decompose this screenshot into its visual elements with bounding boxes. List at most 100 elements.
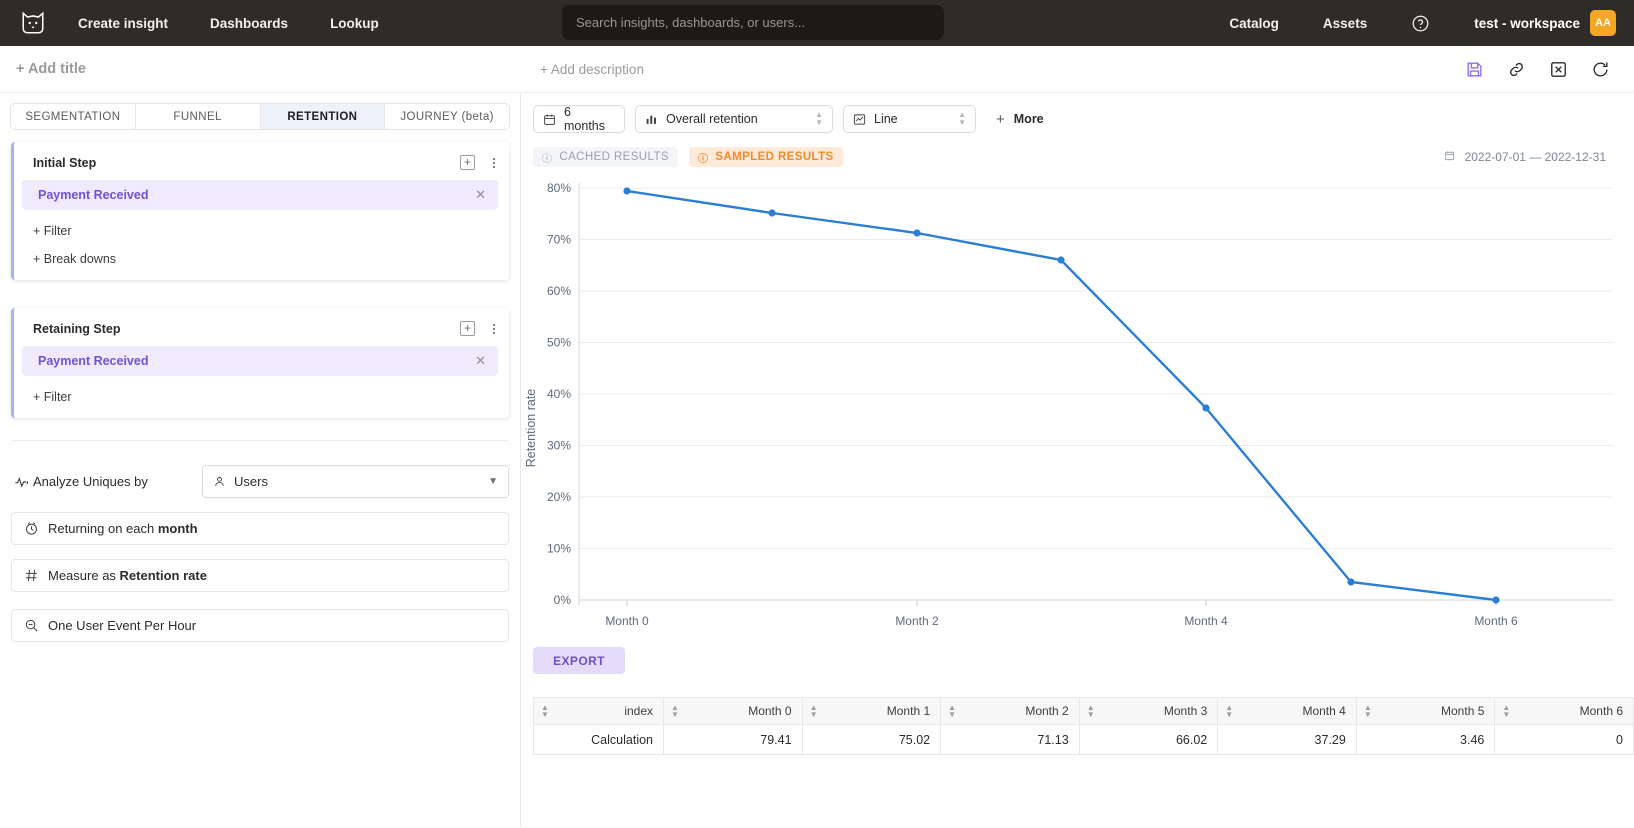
- more-options-icon[interactable]: [493, 322, 495, 336]
- returning-interval-text: Returning on each month: [48, 521, 198, 536]
- analyze-uniques-row: Analyze Uniques by Users ▼: [0, 465, 520, 498]
- chart-type-select[interactable]: Line ▲▼: [843, 105, 976, 133]
- bar-chart-icon: [645, 113, 658, 126]
- remove-event-icon[interactable]: ✕: [475, 353, 486, 369]
- svg-text:10%: 10%: [547, 542, 571, 556]
- calendar-icon: [1444, 150, 1455, 164]
- results-panel: 6 months Overall retention ▲▼ Line: [521, 93, 1634, 827]
- measure-as-row[interactable]: Measure as Retention rate: [11, 559, 509, 592]
- cell-index: Calculation: [534, 725, 664, 755]
- add-event-icon[interactable]: +: [460, 321, 475, 336]
- remove-event-icon[interactable]: ✕: [475, 187, 486, 203]
- retention-series-line: [627, 191, 1496, 600]
- retention-results-table: ▲▼index ▲▼Month 0 ▲▼Month 1 ▲▼Month 2 ▲▼…: [533, 697, 1634, 755]
- cell-month-3: 66.02: [1079, 725, 1218, 755]
- svg-text:30%: 30%: [547, 439, 571, 453]
- nav-link-assets[interactable]: Assets: [1323, 16, 1367, 31]
- more-options-icon[interactable]: [493, 156, 495, 170]
- panel-divider: [11, 440, 509, 441]
- retaining-step-event-chip[interactable]: Payment Received ✕: [22, 346, 498, 376]
- sort-icon: ▲▼: [541, 704, 549, 718]
- svg-text:60%: 60%: [547, 284, 571, 298]
- sort-icon: ▲▼: [1087, 704, 1095, 718]
- retaining-step-actions: +: [460, 321, 495, 336]
- refresh-icon[interactable]: [1591, 60, 1610, 79]
- chart-toolbar: 6 months Overall retention ▲▼ Line: [521, 93, 1634, 133]
- add-description-button[interactable]: + Add description: [540, 62, 644, 77]
- close-box-icon[interactable]: [1549, 60, 1568, 79]
- tab-retention[interactable]: RETENTION: [261, 104, 386, 129]
- analyze-uniques-label: Analyze Uniques by: [33, 474, 148, 489]
- table-header-month-3[interactable]: ▲▼Month 3: [1079, 698, 1218, 725]
- cell-month-4: 37.29: [1218, 725, 1357, 755]
- x-axis-ticks: Month 0 Month 2 Month 4 Month 6: [605, 600, 1518, 628]
- chevron-down-icon: ▼: [488, 476, 498, 487]
- sort-icon: ▲▼: [948, 704, 956, 718]
- table-header-month-4[interactable]: ▲▼Month 4: [1218, 698, 1357, 725]
- query-builder-panel: SEGMENTATION FUNNEL RETENTION JOURNEY (b…: [0, 93, 521, 827]
- table-header-month-5[interactable]: ▲▼Month 5: [1356, 698, 1495, 725]
- date-range-button[interactable]: 6 months: [533, 105, 625, 133]
- cell-month-5: 3.46: [1356, 725, 1495, 755]
- table-header-month-0[interactable]: ▲▼Month 0: [664, 698, 803, 725]
- nav-link-dashboards[interactable]: Dashboards: [210, 16, 288, 31]
- link-icon[interactable]: [1507, 60, 1526, 79]
- add-title-button[interactable]: + Add title: [16, 61, 86, 77]
- updown-arrows-icon: ▲▼: [944, 111, 966, 127]
- date-range-text: 2022-07-01 — 2022-12-31: [1465, 150, 1606, 164]
- cached-results-badge: ⓘ CACHED RESULTS: [533, 147, 678, 167]
- tab-segmentation[interactable]: SEGMENTATION: [11, 104, 136, 129]
- nav-link-catalog[interactable]: Catalog: [1229, 16, 1279, 31]
- tab-funnel[interactable]: FUNNEL: [136, 104, 261, 129]
- sampled-results-label: SAMPLED RESULTS: [715, 151, 833, 163]
- svg-text:Month 2: Month 2: [895, 614, 939, 628]
- event-frequency-text: One User Event Per Hour: [48, 618, 196, 633]
- initial-step-card: Initial Step + Payment Received ✕ + Filt…: [11, 142, 509, 280]
- tab-journey[interactable]: JOURNEY (beta): [385, 104, 509, 129]
- retaining-step-header: Retaining Step +: [14, 308, 509, 342]
- initial-step-title: Initial Step: [33, 156, 96, 170]
- search-container: [562, 5, 944, 40]
- table-header-month-2[interactable]: ▲▼Month 2: [941, 698, 1080, 725]
- clock-icon: [24, 521, 48, 536]
- sort-icon: ▲▼: [810, 704, 818, 718]
- search-input[interactable]: [562, 5, 944, 40]
- metric-label: Overall retention: [666, 112, 758, 126]
- title-bar-actions: [1465, 60, 1618, 79]
- initial-step-add-filter[interactable]: + Filter: [14, 210, 509, 238]
- nav-link-lookup[interactable]: Lookup: [330, 16, 379, 31]
- analyze-uniques-value: Users: [234, 474, 268, 489]
- user-icon: [213, 475, 226, 488]
- retaining-step-add-filter[interactable]: + Filter: [14, 376, 509, 404]
- table-header-month-6[interactable]: ▲▼Month 6: [1495, 698, 1634, 725]
- save-icon[interactable]: [1465, 60, 1484, 79]
- initial-step-event-chip[interactable]: Payment Received ✕: [22, 180, 498, 210]
- initial-step-add-breakdowns[interactable]: + Break downs: [14, 238, 509, 266]
- more-options-button[interactable]: + More: [996, 111, 1044, 128]
- pulse-icon: [11, 474, 33, 490]
- table-header-index[interactable]: ▲▼index: [534, 698, 664, 725]
- measure-as-text: Measure as Retention rate: [48, 568, 207, 583]
- secondary-nav: Catalog Assets test - workspace AA: [1185, 10, 1616, 36]
- avatar[interactable]: AA: [1590, 10, 1616, 36]
- svg-text:Month 6: Month 6: [1474, 614, 1518, 628]
- event-frequency-row[interactable]: One User Event Per Hour: [11, 609, 509, 642]
- cell-month-2: 71.13: [941, 725, 1080, 755]
- nav-link-create-insight[interactable]: Create insight: [78, 16, 168, 31]
- returning-interval-row[interactable]: Returning on each month: [11, 512, 509, 545]
- workspace-name[interactable]: test - workspace: [1474, 16, 1580, 31]
- chart-type-label: Line: [874, 112, 898, 126]
- svg-text:20%: 20%: [547, 490, 571, 504]
- metric-select[interactable]: Overall retention ▲▼: [635, 105, 833, 133]
- add-event-icon[interactable]: +: [460, 155, 475, 170]
- info-circle-icon: ⓘ: [542, 150, 552, 165]
- sort-icon: ▲▼: [1364, 704, 1372, 718]
- cat-logo-icon[interactable]: [18, 8, 48, 38]
- date-range-display[interactable]: 2022-07-01 — 2022-12-31: [1444, 150, 1606, 164]
- cell-month-0: 79.41: [664, 725, 803, 755]
- analyze-uniques-select[interactable]: Users ▼: [202, 465, 509, 498]
- analysis-type-tabs: SEGMENTATION FUNNEL RETENTION JOURNEY (b…: [10, 103, 510, 130]
- table-header-month-1[interactable]: ▲▼Month 1: [802, 698, 941, 725]
- initial-step-actions: +: [460, 155, 495, 170]
- question-circle-icon[interactable]: [1411, 14, 1430, 33]
